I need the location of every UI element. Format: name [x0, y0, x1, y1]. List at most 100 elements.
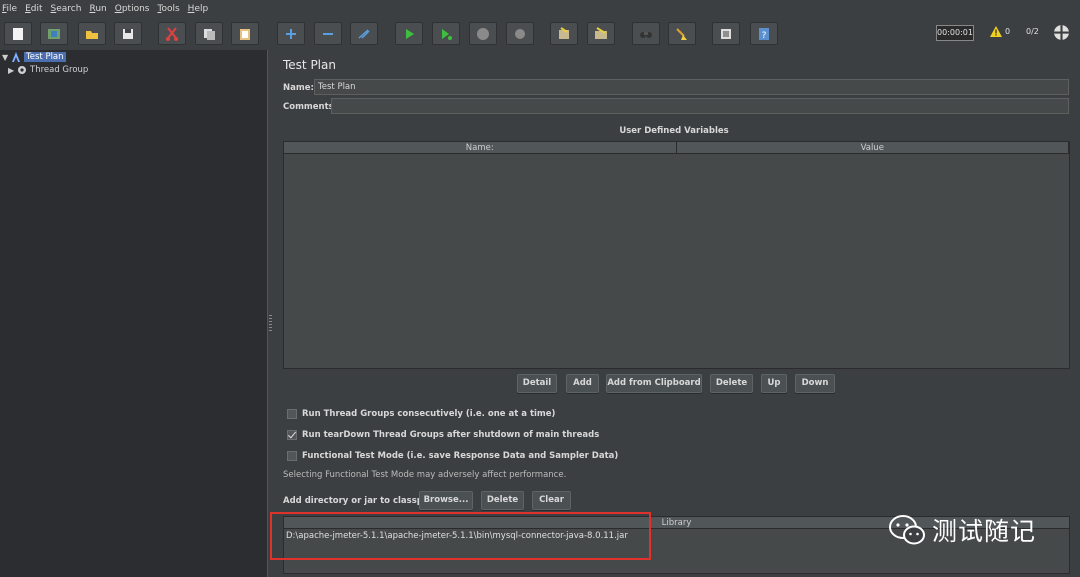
toggle-button[interactable] — [350, 22, 378, 45]
open-button[interactable] — [78, 22, 106, 45]
templates-icon — [48, 28, 60, 39]
run-teardown-checkbox[interactable] — [287, 430, 297, 440]
splitter-grip[interactable] — [269, 315, 272, 331]
elapsed-time: 00:00:01 — [936, 25, 974, 41]
start-no-pauses-button[interactable] — [432, 22, 460, 45]
name-label: Name: — [283, 83, 314, 93]
shutdown-icon — [515, 28, 525, 39]
delete-variable-button[interactable]: Delete — [710, 374, 753, 393]
clear-classpath-button[interactable]: Clear — [532, 491, 571, 510]
stop-button[interactable] — [469, 22, 497, 45]
copy-icon — [204, 28, 215, 40]
add-button[interactable]: Add — [566, 374, 599, 393]
warning-icon — [990, 26, 1002, 37]
reset-search-button[interactable] — [668, 22, 696, 45]
open-folder-icon — [86, 30, 98, 39]
down-button[interactable]: Down — [795, 374, 835, 393]
gear-icon — [18, 66, 26, 74]
option-label: Run tearDown Thread Groups after shutdow… — [302, 430, 600, 440]
plus-icon — [286, 28, 296, 39]
test-plan-icon — [12, 52, 20, 62]
expand-arrow-icon[interactable]: ▶ — [8, 66, 16, 75]
minus-icon — [323, 32, 333, 35]
clear-all-icon — [595, 26, 607, 39]
table-row[interactable]: D:\apache-jmeter-5.1.1\apache-jmeter-5.1… — [286, 531, 628, 541]
menu-options[interactable]: Options — [115, 4, 150, 14]
wechat-logo-icon — [889, 515, 925, 545]
menu-help[interactable]: Help — [188, 4, 209, 14]
cut-button[interactable] — [158, 22, 186, 45]
option-label: Run Thread Groups consecutively (i.e. on… — [302, 409, 556, 419]
collapse-all-button[interactable] — [314, 22, 342, 45]
tree-node-thread-group[interactable]: ▶ Thread Group — [8, 64, 88, 76]
comments-field[interactable] — [331, 98, 1069, 114]
svg-text:?: ? — [762, 31, 767, 41]
classpath-label: Add directory or jar to classpath — [283, 496, 439, 506]
help-button[interactable]: ? — [750, 22, 778, 45]
test-plan-tree: ▼ Test Plan ▶ Thread Group — [0, 50, 268, 577]
clear-icon — [559, 26, 569, 39]
menu-search[interactable]: Search — [51, 4, 82, 14]
paste-icon — [240, 28, 250, 40]
clear-button[interactable] — [550, 22, 578, 45]
delete-classpath-button[interactable]: Delete — [481, 491, 524, 510]
paste-button[interactable] — [231, 22, 259, 45]
broom-icon — [676, 27, 687, 40]
name-field[interactable] — [314, 79, 1069, 95]
tree-node-label: Test Plan — [24, 52, 66, 62]
add-from-clipboard-button[interactable]: Add from Clipboard — [606, 374, 702, 393]
menu-bar: File Edit Search Run Options Tools Help — [0, 0, 1080, 17]
templates-button[interactable] — [40, 22, 68, 45]
toggle-icon — [358, 28, 370, 39]
column-name[interactable]: Name: — [284, 142, 677, 153]
browse-button[interactable]: Browse... — [419, 491, 473, 510]
play-icon — [406, 28, 414, 39]
menu-edit[interactable]: Edit — [25, 4, 42, 14]
save-icon — [123, 28, 133, 39]
expand-all-button[interactable] — [277, 22, 305, 45]
option-label: Functional Test Mode (i.e. save Response… — [302, 451, 619, 461]
function-helper-button[interactable] — [712, 22, 740, 45]
watermark-text: 测试随记 — [932, 517, 1037, 546]
column-value[interactable]: Value — [677, 142, 1069, 153]
new-button[interactable] — [4, 22, 32, 45]
binoculars-icon — [640, 31, 652, 38]
clear-all-button[interactable] — [587, 22, 615, 45]
help-icon: ? — [759, 27, 769, 41]
save-button[interactable] — [114, 22, 142, 45]
search-button[interactable] — [632, 22, 660, 45]
warning-count: 0 — [1005, 27, 1011, 36]
scissors-icon — [166, 26, 178, 41]
shutdown-button[interactable] — [506, 22, 534, 45]
menu-run[interactable]: Run — [89, 4, 106, 14]
remote-globe-icon[interactable] — [1053, 24, 1070, 41]
tree-node-test-plan[interactable]: ▼ Test Plan — [2, 51, 66, 63]
functional-test-mode-option[interactable]: Functional Test Mode (i.e. save Response… — [287, 451, 618, 461]
tree-node-label: Thread Group — [30, 65, 89, 75]
table-header: Name: Value — [284, 142, 1069, 154]
menu-tools[interactable]: Tools — [157, 4, 179, 14]
run-consecutively-checkbox[interactable] — [287, 409, 297, 419]
up-button[interactable]: Up — [761, 374, 787, 393]
performance-note: Selecting Functional Test Mode may adver… — [283, 470, 567, 480]
user-defined-variables-table[interactable]: Name: Value — [283, 141, 1070, 369]
active-threads: 0/2 — [1026, 27, 1039, 36]
play-no-pause-icon — [442, 28, 452, 40]
watermark: 测试随记 — [888, 512, 1036, 548]
warning-indicator[interactable]: 0 — [990, 26, 1010, 37]
start-button[interactable] — [395, 22, 423, 45]
user-defined-variables-title: User Defined Variables — [619, 126, 729, 136]
comments-label: Comments: — [283, 102, 338, 112]
run-consecutively-option[interactable]: Run Thread Groups consecutively (i.e. on… — [287, 409, 555, 419]
menu-file[interactable]: File — [2, 4, 17, 14]
copy-button[interactable] — [195, 22, 223, 45]
functional-test-mode-checkbox[interactable] — [287, 451, 297, 461]
page-title: Test Plan — [283, 58, 336, 72]
toolbar: ? — [0, 17, 1080, 50]
test-plan-panel: Test Plan Name: Comments: User Defined V… — [274, 50, 1080, 577]
new-file-icon — [13, 27, 23, 40]
stop-icon — [477, 27, 489, 40]
run-teardown-option[interactable]: Run tearDown Thread Groups after shutdow… — [287, 430, 599, 440]
detail-button[interactable]: Detail — [517, 374, 557, 393]
collapse-arrow-icon[interactable]: ▼ — [2, 53, 10, 62]
